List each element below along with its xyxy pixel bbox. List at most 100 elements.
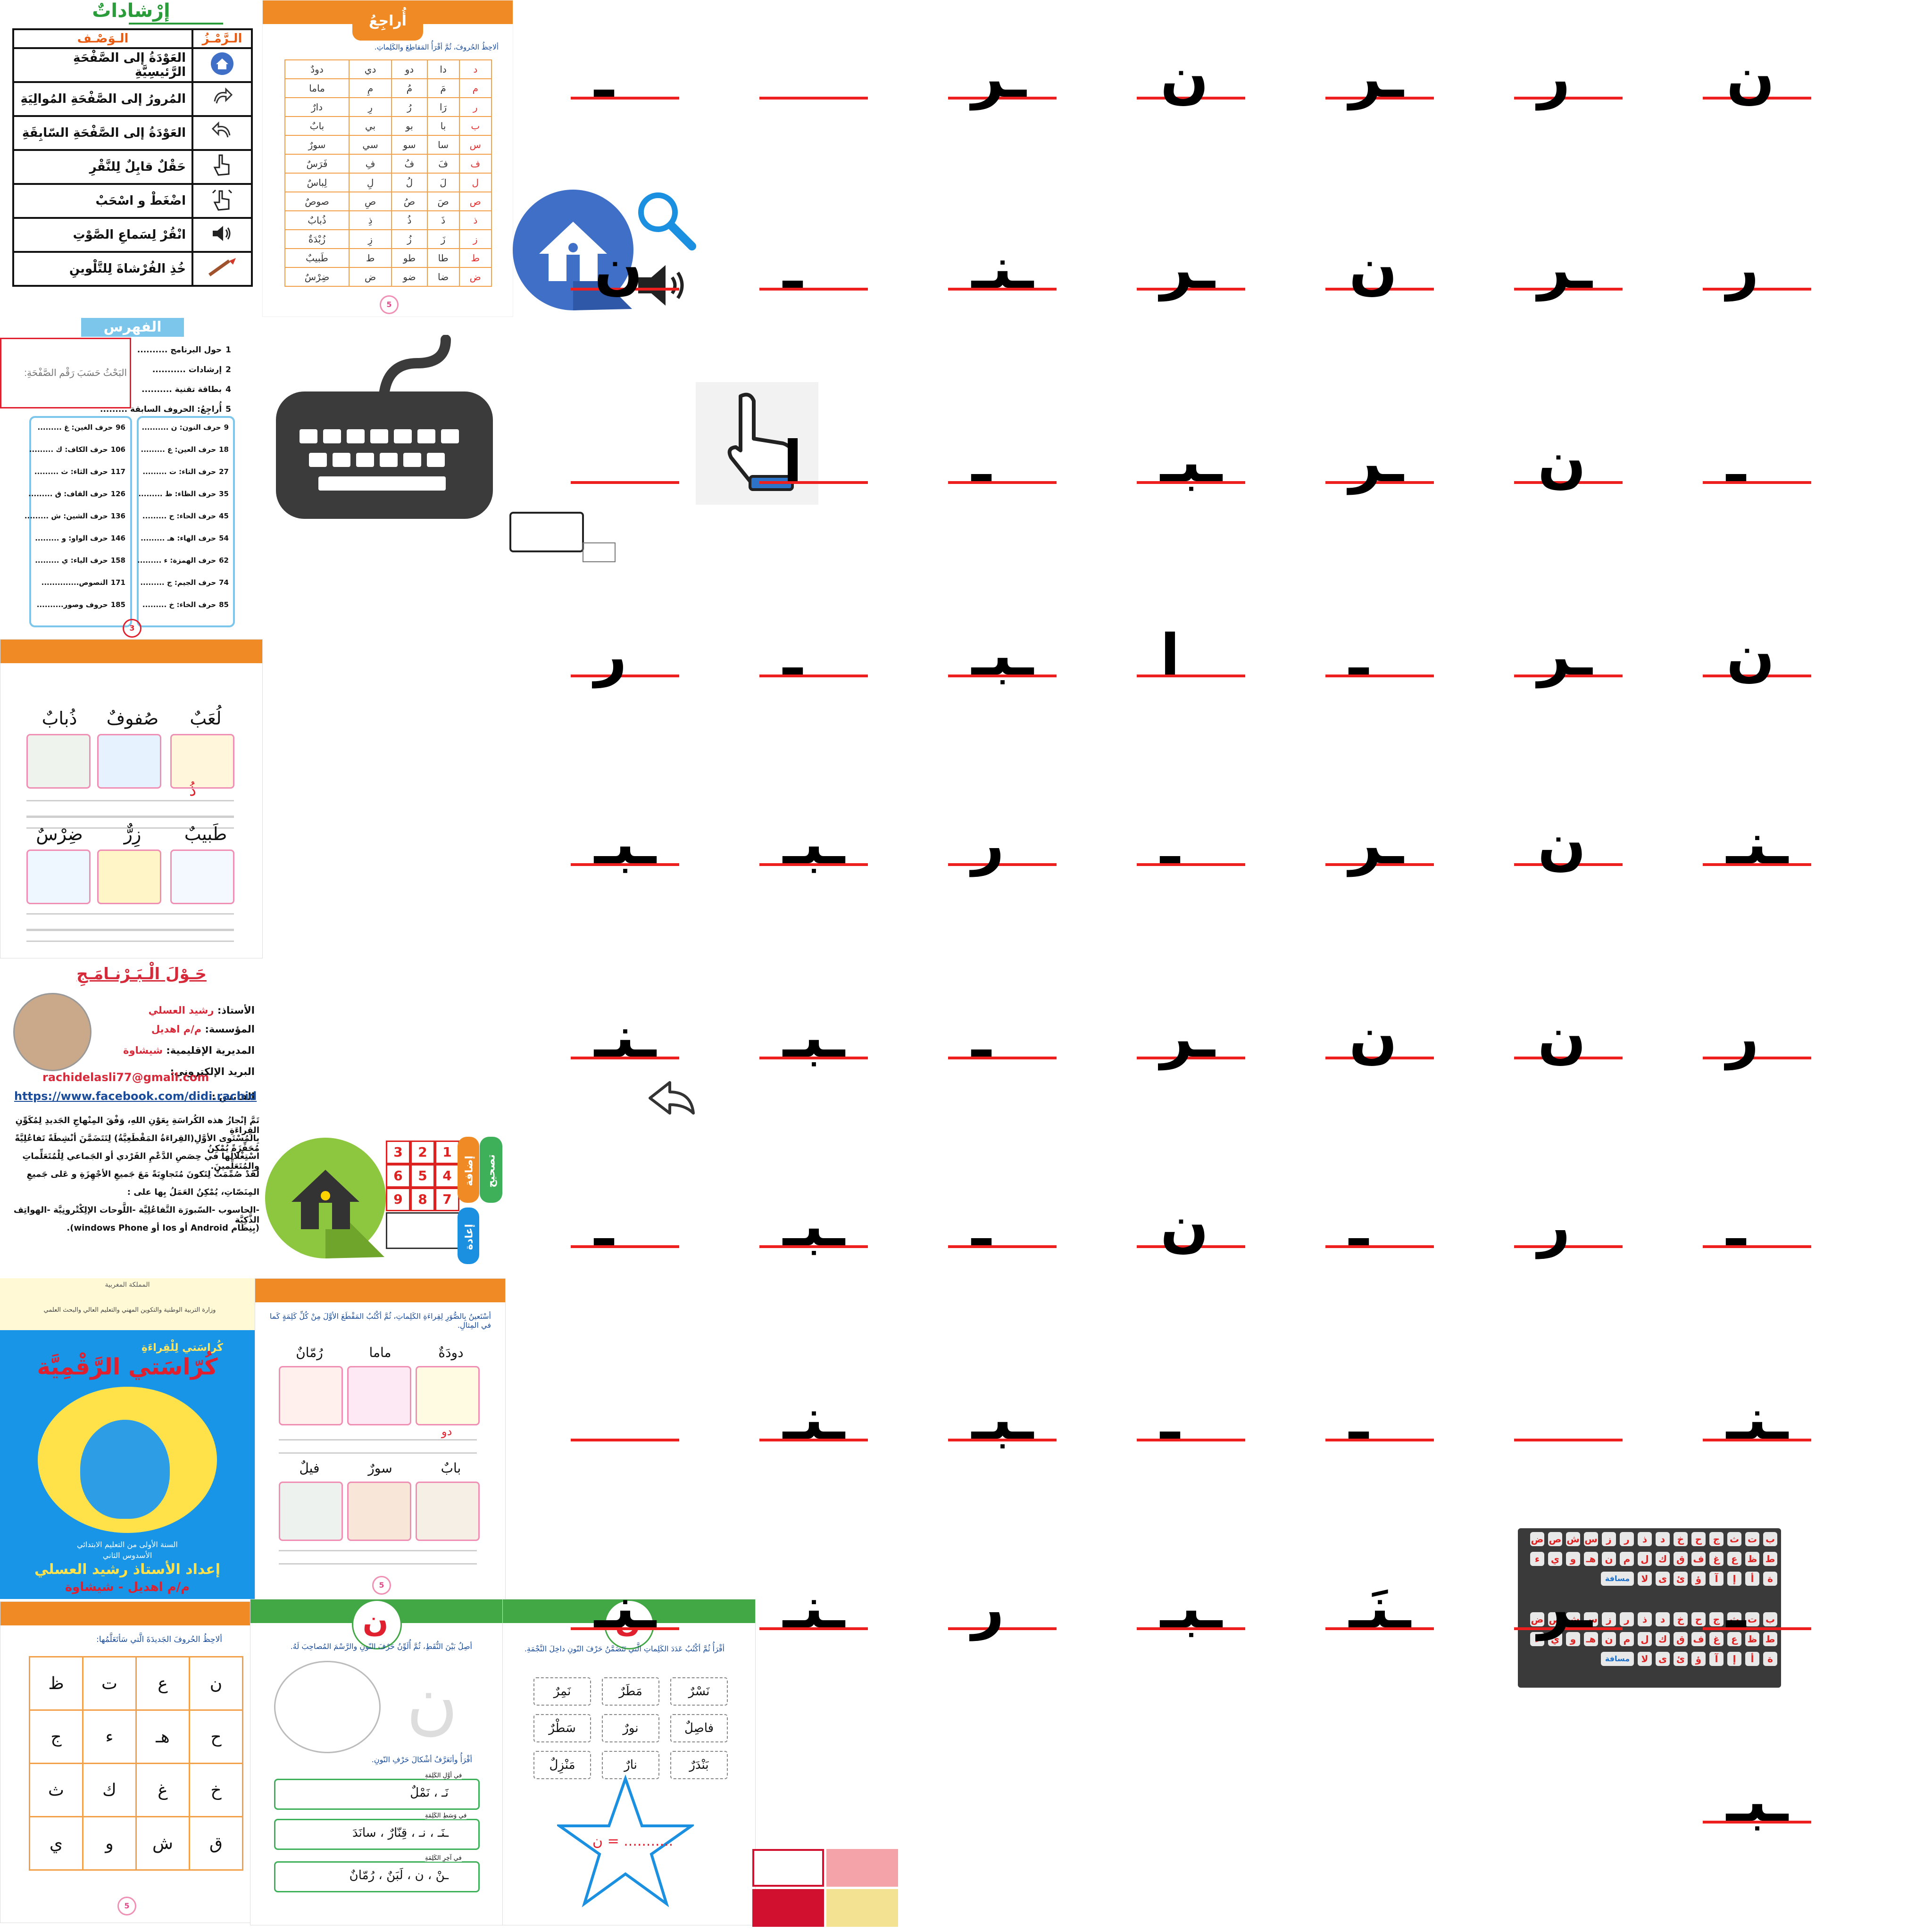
keyboard-key[interactable]: ج: [1709, 1532, 1724, 1546]
keyboard-key[interactable]: أ: [1745, 1572, 1759, 1586]
trace-glyph[interactable]: ـر: [1538, 627, 1592, 684]
trace-glyph[interactable]: ر: [1726, 1009, 1759, 1066]
index-entry[interactable]: 146حرف الواو: و .........: [32, 534, 125, 542]
trace-glyph[interactable]: ن: [1160, 1198, 1208, 1255]
letter-cell[interactable]: ش: [135, 1816, 190, 1871]
word-box[interactable]: نَمِرٌ: [533, 1677, 591, 1706]
keyboard-key[interactable]: آ: [1709, 1572, 1724, 1586]
keyboard-key[interactable]: ط: [1763, 1632, 1777, 1646]
trace-glyph[interactable]: ـنـ: [1726, 816, 1788, 873]
keyboard-key[interactable]: ل: [1638, 1552, 1652, 1566]
keyboard-key[interactable]: ي: [1548, 1552, 1562, 1566]
index-entry[interactable]: 35حرف الظاء: ظ .........: [138, 490, 229, 498]
keyboard-key[interactable]: خ: [1674, 1612, 1688, 1626]
keyboard-key[interactable]: ك: [1656, 1552, 1670, 1566]
numpad-key[interactable]: 9: [386, 1188, 410, 1211]
trace-glyph[interactable]: ـر: [1538, 241, 1592, 297]
trace-glyph[interactable]: ـنـ: [972, 241, 1033, 297]
trace-glyph[interactable]: ـبـ: [1160, 434, 1222, 491]
keyboard-key[interactable]: ط: [1763, 1552, 1777, 1566]
index-entry[interactable]: 185حروف وصور..........: [32, 600, 125, 609]
keyboard-key[interactable]: ل: [1638, 1632, 1652, 1646]
index-entry[interactable]: 106حرف الكاف: ك .........: [29, 445, 125, 454]
keyboard-key[interactable]: ر: [1620, 1612, 1634, 1626]
trace-glyph[interactable]: ـر: [1349, 434, 1404, 491]
keyboard-key[interactable]: ح: [1691, 1612, 1706, 1626]
numpad-key[interactable]: 5: [410, 1164, 435, 1188]
facebook-link[interactable]: https://www.facebook.com/didi.rachid: [14, 1090, 257, 1103]
numpad-key[interactable]: 7: [435, 1188, 459, 1211]
trace-glyph[interactable]: ـنـ: [594, 1009, 656, 1066]
keyboard-key[interactable]: ة: [1763, 1572, 1777, 1586]
keyboard-icon[interactable]: [276, 335, 498, 524]
letter-cell[interactable]: خ: [189, 1763, 243, 1817]
keyboard-key[interactable]: ة: [1763, 1652, 1777, 1666]
trace-glyph[interactable]: ـ: [1349, 1198, 1368, 1255]
trace-glyph[interactable]: ـ: [972, 1198, 991, 1255]
keyboard-key[interactable]: د: [1656, 1532, 1670, 1546]
letter-cell[interactable]: ت: [82, 1656, 137, 1711]
home-icon-green[interactable]: [264, 1137, 387, 1259]
keyboard-key[interactable]: س: [1584, 1532, 1598, 1546]
keyboard-key[interactable]: ع: [1727, 1552, 1741, 1566]
swatch-yellow[interactable]: [826, 1889, 898, 1927]
keyboard-key[interactable]: ذ: [1638, 1532, 1652, 1546]
input-box-large[interactable]: [509, 512, 584, 552]
trace-glyph[interactable]: ن: [1349, 241, 1397, 297]
trace-glyph[interactable]: ـر: [1160, 1009, 1215, 1066]
trace-glyph[interactable]: ـ: [783, 241, 802, 297]
letter-cell[interactable]: ك: [82, 1763, 137, 1817]
keyboard-key[interactable]: غ: [1709, 1552, 1724, 1566]
letter-cell[interactable]: ي: [29, 1816, 83, 1871]
back-arrow-icon[interactable]: [646, 1080, 698, 1123]
letter-cell[interactable]: ء: [82, 1709, 137, 1764]
trace-glyph[interactable]: ـنـ: [1726, 1391, 1788, 1448]
keyboard-key[interactable]: خ: [1674, 1532, 1688, 1546]
keyboard-key[interactable]: ت: [1745, 1532, 1759, 1546]
index-entry[interactable]: 126حرف القاف: ق .........: [28, 490, 125, 498]
trace-glyph[interactable]: ـ: [1349, 627, 1368, 684]
trace-glyph[interactable]: ـ: [1160, 1391, 1180, 1448]
keyboard-key[interactable]: هـ: [1584, 1552, 1598, 1566]
index-entry[interactable]: 1حول البرنامج ..........: [137, 345, 231, 355]
trace-glyph[interactable]: ـ: [1349, 1391, 1368, 1448]
keyboard-key[interactable]: ك: [1656, 1632, 1670, 1646]
index-entry[interactable]: 5أُراجِعُ: الحروف السابقة .........: [100, 405, 231, 414]
trace-glyph[interactable]: ن: [594, 241, 642, 297]
word-box[interactable]: نورٌ: [602, 1714, 659, 1742]
page-search-input[interactable]: [0, 338, 131, 408]
keyboard-key[interactable]: ف: [1691, 1552, 1706, 1566]
keyboard-key[interactable]: ض: [1530, 1532, 1544, 1546]
keyboard-key[interactable]: ث: [1727, 1532, 1741, 1546]
keyboard-key[interactable]: ن: [1602, 1632, 1616, 1646]
trace-glyph[interactable]: ـ: [594, 50, 614, 106]
keyboard-key[interactable]: مسافة: [1601, 1652, 1634, 1666]
trace-glyph[interactable]: ـنـ: [783, 1580, 845, 1637]
keyboard-key[interactable]: ظ: [1745, 1632, 1759, 1646]
keyboard-key[interactable]: ز: [1602, 1612, 1616, 1626]
index-entry[interactable]: 74حرف الجيم: ج .........: [139, 578, 229, 587]
trace-glyph[interactable]: ـبـ: [972, 627, 1033, 684]
trace-glyph[interactable]: ـر: [1349, 816, 1404, 873]
keyboard-key[interactable]: ؤ: [1691, 1652, 1706, 1666]
trace-glyph[interactable]: ن: [1160, 50, 1208, 106]
trace-glyph[interactable]: ـ: [1726, 1580, 1746, 1637]
keyboard-key[interactable]: ؤ: [1691, 1572, 1706, 1586]
keyboard-key[interactable]: ش: [1566, 1532, 1580, 1546]
trace-glyph[interactable]: ـبـ: [1726, 1774, 1788, 1830]
letter-cell[interactable]: ن: [189, 1656, 243, 1711]
star-text[interactable]: ن = ...........: [592, 1833, 673, 1849]
keyboard-key[interactable]: ز: [1602, 1532, 1616, 1546]
word-box[interactable]: فاصِلٌ: [670, 1714, 728, 1742]
letter-cell[interactable]: و: [82, 1816, 137, 1871]
trace-glyph[interactable]: ـبـ: [783, 1198, 845, 1255]
letter-cell[interactable]: ظ: [29, 1656, 83, 1711]
trace-glyph[interactable]: ن: [1349, 1009, 1397, 1066]
swatch-white[interactable]: [752, 1849, 824, 1887]
keyboard-key[interactable]: ذ: [1638, 1612, 1652, 1626]
trace-glyph[interactable]: ـ: [972, 434, 991, 491]
letter-cell[interactable]: ع: [135, 1656, 190, 1711]
keyboard-key[interactable]: ب: [1763, 1532, 1777, 1546]
keyboard-key[interactable]: ص: [1548, 1532, 1562, 1546]
keyboard-key[interactable]: ب: [1763, 1612, 1777, 1626]
